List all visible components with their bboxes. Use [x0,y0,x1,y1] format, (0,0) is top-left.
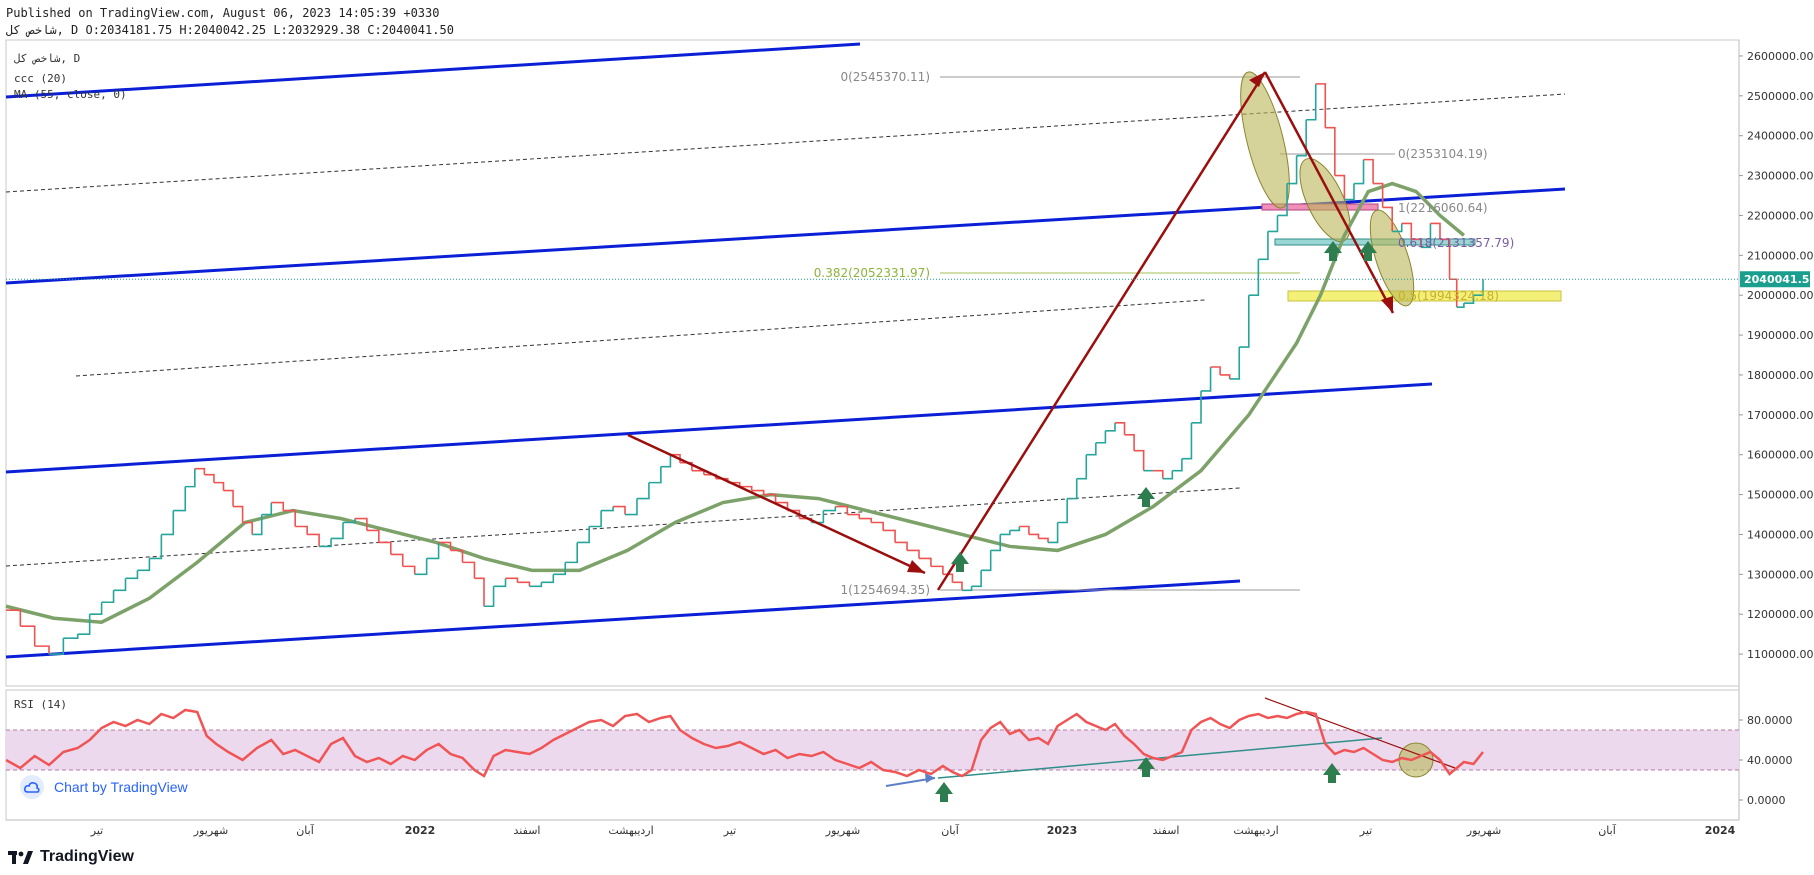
price-tick-label: 1200000.00 [1747,608,1813,621]
legend-indicator-1[interactable]: ccc (20) [14,72,67,85]
time-tick-label: 2024 [1705,824,1736,837]
time-tick-label: تیر [1359,824,1372,837]
time-tick-label: 2022 [405,824,436,837]
price-tick-label: 2400000.00 [1747,130,1813,143]
fib-label-05: 0.5(1994324.18) [1398,289,1499,303]
time-axis[interactable]: تیر شهریور آبان 2022 اسفند اردیبهشت تیر شهریور آ… [90,823,1736,837]
tradingview-logo-icon [8,851,33,864]
chart: 0(2545370.11) 0(2353104.19) 1(2216060.64… [5,39,1814,837]
time-tick-label: تیر [90,824,103,837]
fib-label-bottom: 1(1254694.35) [840,583,930,597]
price-tick-label: 2500000.00 [1747,90,1813,103]
price-tick-label: 1100000.00 [1747,648,1813,661]
publish-info: Published on TradingView.com, August 06,… [6,6,440,20]
legend-symbol[interactable]: شاخص کل, D [14,52,80,65]
time-tick-label: 2023 [1047,824,1078,837]
time-tick-label: آبان [296,823,314,837]
cloud-icon [20,775,44,799]
price-tick-label: 2300000.00 [1747,170,1813,183]
time-tick-label: شهریور [193,824,228,837]
tradingview-logo[interactable]: TradingView [8,848,134,866]
time-tick-label: اسفند [514,824,541,837]
ohlc-info: شاخص کل, D O:2034181.75 H:2040042.25 L:2… [6,23,454,37]
time-tick-label: اردیبهشت [1233,824,1278,837]
fib-label-0618: 0.618(2131357.79) [1398,236,1514,250]
rsi-axis[interactable]: 0.0000 40.0000 80.0000 [1739,714,1793,807]
rsi-title: RSI (14) [14,698,67,711]
time-tick-label: تیر [723,824,736,837]
time-tick-label: شهریور [1466,824,1501,837]
last-price-label: 2040041.50 [1744,273,1814,286]
fib-label-top: 0(2545370.11) [840,70,930,84]
price-tick-label: 2600000.00 [1747,50,1813,63]
chart-by-label: Chart by TradingView [54,779,188,795]
fib-label-second: 0(2353104.19) [1398,147,1488,161]
price-tick-label: 2200000.00 [1747,209,1813,222]
time-tick-label: آبان [941,823,959,837]
rsi-tick-label: 80.0000 [1747,714,1793,727]
time-tick-label: اردیبهشت [608,824,653,837]
time-tick-label: آبان [1598,823,1616,837]
rsi-tick-label: 0.0000 [1747,794,1786,807]
price-tick-label: 1900000.00 [1747,329,1813,342]
price-tick-label: 1400000.00 [1747,528,1813,541]
tradingview-logo-text: TradingView [40,848,134,865]
price-tick-label: 1700000.00 [1747,409,1813,422]
fib-label-third: 1(2216060.64) [1398,201,1488,215]
price-tick-label: 2000000.00 [1747,289,1813,302]
time-tick-label: اسفند [1153,824,1180,837]
legend-indicator-2[interactable]: MA (55, close, 0) [14,88,127,101]
chart-by-badge[interactable]: Chart by TradingView [20,775,188,799]
price-tick-label: 1600000.00 [1747,449,1813,462]
time-tick-label: شهریور [825,824,860,837]
highlight-ellipse-rsi[interactable] [1398,742,1434,778]
fib-label-0382: 0.382(2052331.97) [814,266,930,280]
price-tick-label: 2100000.00 [1747,249,1813,262]
price-tick-label: 1800000.00 [1747,369,1813,382]
price-axis[interactable]: 1100000.00 1200000.00 1300000.00 1400000.00… [1739,50,1813,661]
price-tick-label: 1300000.00 [1747,568,1813,581]
price-tick-label: 1500000.00 [1747,489,1813,502]
rsi-tick-label: 40.0000 [1747,754,1793,767]
